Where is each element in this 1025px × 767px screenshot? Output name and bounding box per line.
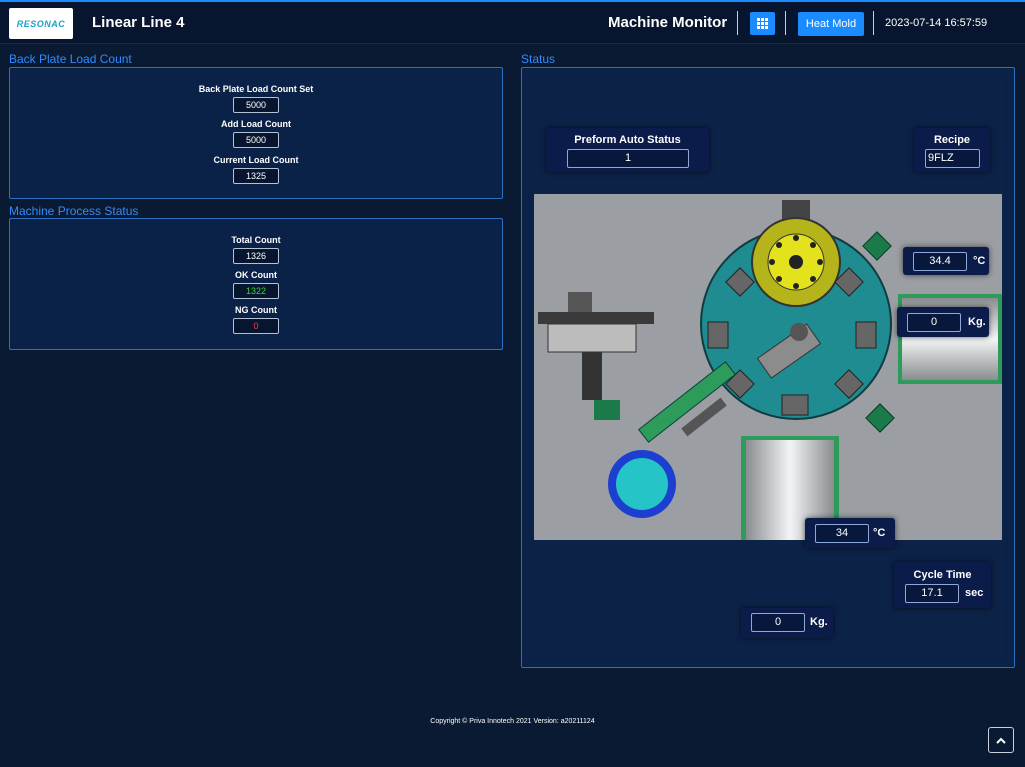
ok-count-label: OK Count <box>235 270 277 280</box>
ng-count-label: NG Count <box>235 305 277 315</box>
ok-count-value: 1322 <box>233 283 279 299</box>
cycle-time-card: Cycle Time 17.1 sec <box>894 562 991 608</box>
current-load-count-value: 1325 <box>233 168 279 184</box>
temperature-top-unit: °C <box>973 255 986 267</box>
top-bar: RESONAC Linear Line 4 Machine Monitor He… <box>0 0 1025 44</box>
weight-bottom-value: 0 <box>751 613 805 632</box>
recipe-card: Recipe 9FLZ <box>914 128 990 172</box>
temperature-bottom-unit: °C <box>873 527 886 539</box>
app-title: Linear Line 4 <box>92 14 185 31</box>
back-plate-section-title: Back Plate Load Count <box>9 52 132 66</box>
load-count-set-field[interactable]: 5000 <box>233 97 279 113</box>
cycle-time-unit: sec <box>965 587 984 599</box>
preform-status-card: Preform Auto Status 1 <box>546 128 709 172</box>
total-count-value: 1326 <box>233 248 279 264</box>
chevron-up-icon <box>996 737 1006 744</box>
recipe-label: Recipe <box>933 134 971 146</box>
divider <box>737 11 738 35</box>
add-load-count-label: Add Load Count <box>221 119 291 129</box>
scroll-top-button[interactable] <box>988 727 1014 753</box>
preform-status-value: 1 <box>567 149 689 168</box>
status-section-title: Status <box>521 52 556 66</box>
weight-bottom-card: 0 Kg. <box>741 608 833 638</box>
preform-status-label: Preform Auto Status <box>574 134 681 146</box>
process-section-title: Machine Process Status <box>9 204 139 218</box>
weight-right-value: 0 <box>907 313 961 332</box>
cycle-time-value: 17.1 <box>905 584 959 603</box>
divider <box>785 11 786 35</box>
weight-right-card: 0 Kg. <box>897 307 989 337</box>
machine-diagram <box>534 194 1002 540</box>
back-plate-panel: Back Plate Load Count Set 5000 Add Load … <box>9 67 503 199</box>
process-panel: Total Count 1326 OK Count 1322 NG Count … <box>9 218 503 350</box>
recipe-value: 9FLZ <box>925 149 980 168</box>
grid-icon <box>757 18 768 29</box>
machine-illustration <box>538 200 1002 540</box>
weight-bottom-unit: Kg. <box>810 616 828 628</box>
heat-mold-button[interactable]: Heat Mold <box>798 12 864 36</box>
company-logo[interactable]: RESONAC <box>9 8 73 39</box>
page-title: Machine Monitor <box>608 14 728 31</box>
logo-text: RESONAC <box>16 18 66 29</box>
weight-right-unit: Kg. <box>968 316 986 328</box>
temperature-top-card: 34.4 °C <box>903 247 989 275</box>
current-load-count-label: Current Load Count <box>213 155 299 165</box>
temperature-bottom-value: 34 <box>815 524 869 543</box>
temperature-top-value: 34.4 <box>913 252 967 271</box>
load-count-set-label: Back Plate Load Count Set <box>198 84 314 94</box>
divider <box>873 11 874 35</box>
ng-count-value: 0 <box>233 318 279 334</box>
total-count-label: Total Count <box>231 235 281 245</box>
menu-grid-button[interactable] <box>750 12 775 35</box>
footer-copyright: Copyright © Priva Innotech 2021 Version:… <box>430 718 595 725</box>
current-datetime: 2023-07-14 16:57:59 <box>885 17 988 29</box>
cycle-time-label: Cycle Time <box>913 569 972 581</box>
add-load-count-field[interactable]: 5000 <box>233 132 279 148</box>
temperature-bottom-card: 34 °C <box>805 518 895 548</box>
